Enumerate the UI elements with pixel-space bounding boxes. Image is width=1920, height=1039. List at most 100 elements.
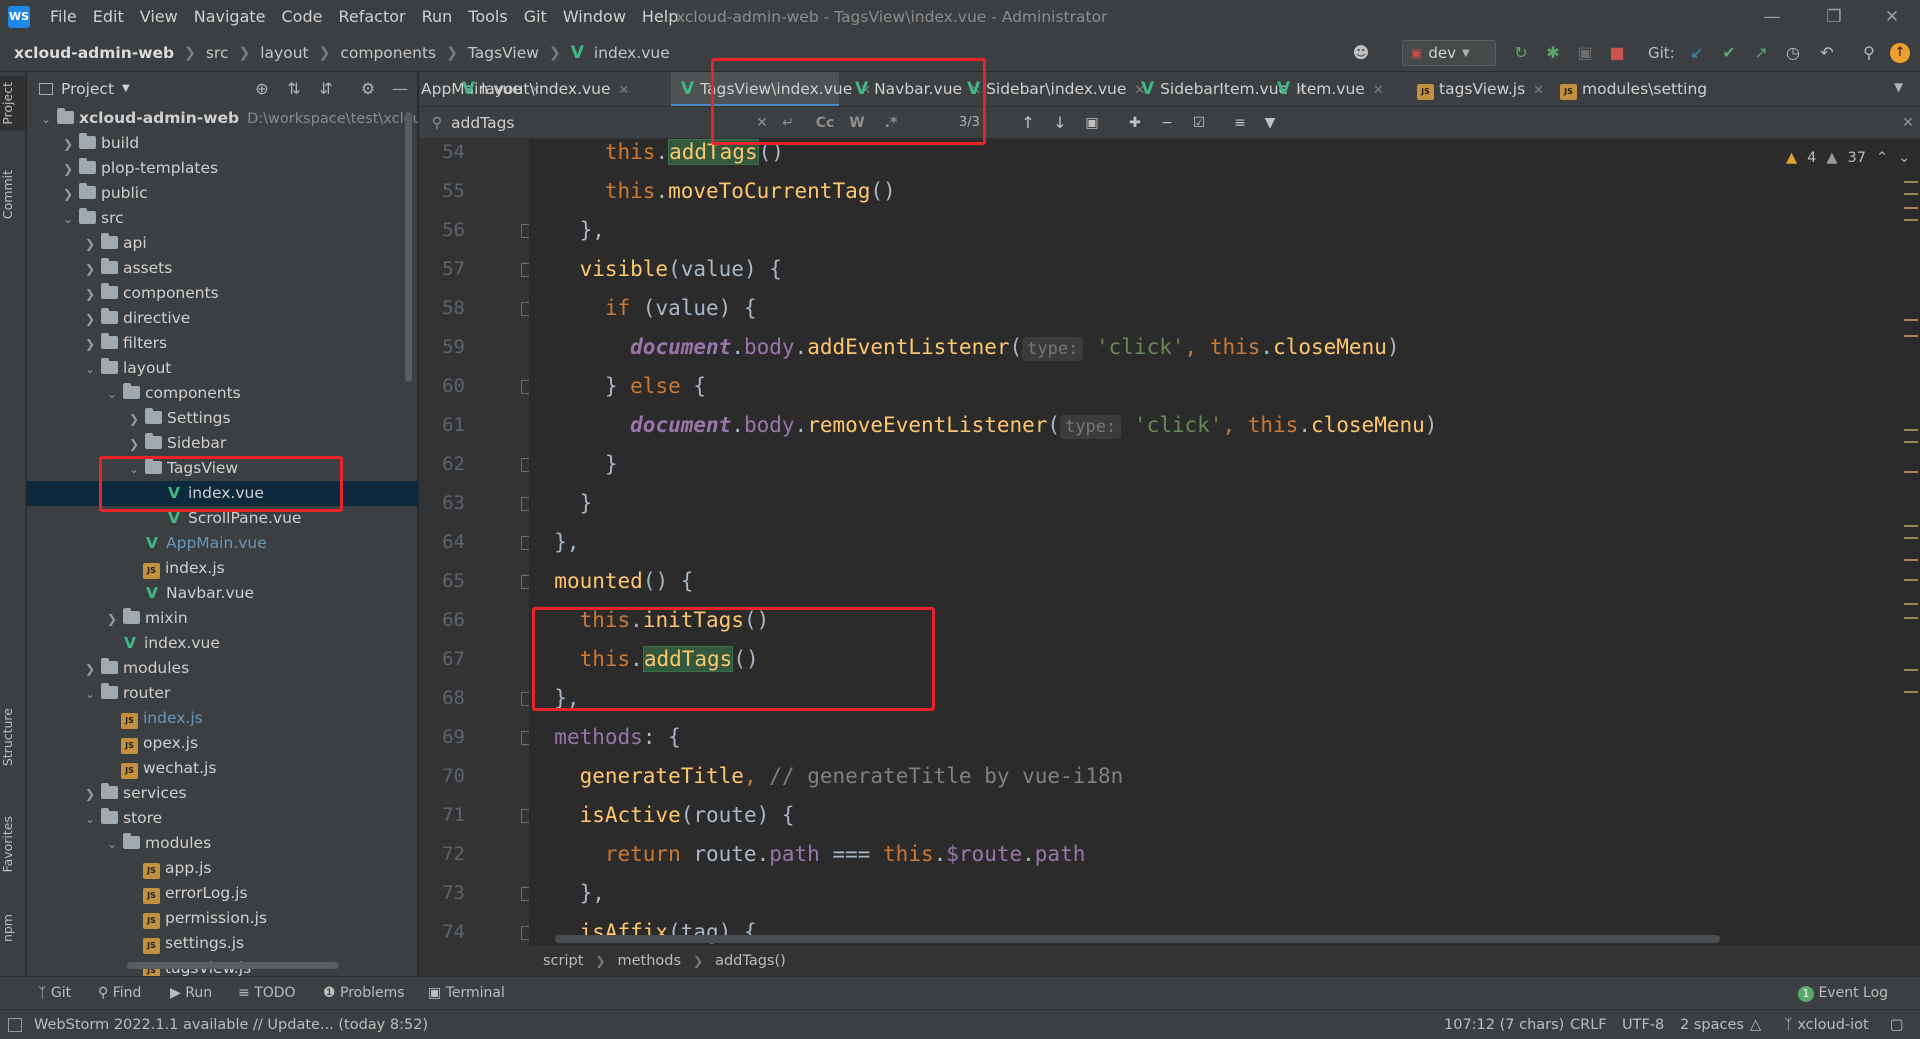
chevron-right-icon[interactable]: ❯ bbox=[125, 432, 143, 457]
tree-item[interactable]: JS app.js bbox=[27, 856, 418, 881]
tool-problems-button[interactable]: ❶ Problems bbox=[323, 977, 405, 1010]
tool-run-button[interactable]: ▶ Run bbox=[170, 977, 212, 1010]
close-tab-icon[interactable]: ✕ bbox=[619, 83, 630, 98]
editor-crumb-script[interactable]: script bbox=[543, 953, 583, 969]
close-tab-icon[interactable]: ✕ bbox=[1373, 83, 1384, 98]
status-toggle-icon[interactable] bbox=[8, 1018, 22, 1032]
chevron-down-icon[interactable]: ⌄ bbox=[37, 107, 55, 132]
menu-refactor[interactable]: Refactor bbox=[330, 0, 413, 34]
tree-horizontal-scrollbar[interactable] bbox=[127, 962, 339, 969]
file-encoding[interactable]: UTF-8 bbox=[1622, 1010, 1664, 1039]
stop-icon[interactable]: ■ bbox=[1606, 42, 1628, 64]
chevron-right-icon[interactable]: ❯ bbox=[81, 232, 99, 257]
menu-navigate[interactable]: Navigate bbox=[186, 0, 274, 34]
tree-item[interactable]: JS errorLog.js bbox=[27, 881, 418, 906]
tree-item[interactable]: ❯ mixin bbox=[27, 606, 418, 631]
collapse-all-icon[interactable]: ⇵ bbox=[315, 78, 337, 100]
tree-item[interactable]: ❯ api bbox=[27, 231, 418, 256]
tree-item[interactable]: JS opex.js bbox=[27, 731, 418, 756]
menu-tools[interactable]: Tools bbox=[460, 0, 515, 34]
tree-item[interactable]: JS wechat.js bbox=[27, 756, 418, 781]
tool-todo-button[interactable]: ≡ TODO bbox=[238, 977, 296, 1010]
tabs-overflow-icon[interactable]: ▼ bbox=[1894, 80, 1903, 94]
tree-item[interactable]: ❯ Settings bbox=[27, 406, 418, 431]
editor-horizontal-scrollbar[interactable] bbox=[555, 935, 1720, 943]
update-icon[interactable]: ↑ bbox=[1890, 43, 1910, 63]
status-message[interactable]: WebStorm 2022.1.1 available // Update...… bbox=[34, 1010, 428, 1039]
regex-toggle[interactable]: .* bbox=[879, 112, 903, 134]
restore-icon[interactable]: ❐ bbox=[1806, 0, 1862, 34]
code-line[interactable]: }, bbox=[529, 679, 579, 718]
expand-all-icon[interactable]: ⇅ bbox=[283, 78, 305, 100]
tree-item[interactable]: JS settings.js bbox=[27, 931, 418, 956]
tool-terminal-button[interactable]: ▣ Terminal bbox=[428, 977, 505, 1010]
lock-icon[interactable]: △ bbox=[1750, 1010, 1761, 1039]
chevron-right-icon[interactable]: ❯ bbox=[81, 282, 99, 307]
code-line[interactable]: isActive(route) { bbox=[529, 796, 795, 835]
editor-crumb-function[interactable]: addTags() bbox=[715, 953, 786, 969]
tool-find-button[interactable]: ⚲ Find bbox=[98, 977, 141, 1010]
project-view-select[interactable]: Project ▼ bbox=[39, 72, 130, 106]
tool-tab-commit[interactable]: Commit bbox=[0, 164, 26, 225]
breadcrumb-project[interactable]: xcloud-admin-web bbox=[14, 44, 174, 62]
match-case-toggle[interactable]: Cc bbox=[813, 112, 837, 134]
menu-window[interactable]: Window bbox=[555, 0, 634, 34]
remove-selection-icon[interactable]: − bbox=[1155, 112, 1179, 134]
editor-tab[interactable]: V Item.vue ✕ bbox=[1267, 72, 1399, 106]
chevron-down-icon[interactable]: ⌄ bbox=[59, 207, 77, 232]
tree-item[interactable]: ❯ Sidebar bbox=[27, 431, 418, 456]
tree-item[interactable]: ⌄ store bbox=[27, 806, 418, 831]
gear-icon[interactable]: ⚙ bbox=[357, 78, 379, 100]
tree-item[interactable]: JS permission.js bbox=[27, 906, 418, 931]
editor-tab[interactable]: V Sidebar\index.vue ✕ bbox=[957, 72, 1145, 106]
tree-item[interactable]: ⌄ layout bbox=[27, 356, 418, 381]
breadcrumb-tagsview[interactable]: TagsView bbox=[468, 44, 539, 62]
close-window-icon[interactable]: ✕ bbox=[1864, 0, 1920, 34]
tree-item[interactable]: ⌄ TagsView bbox=[27, 456, 418, 481]
code-line[interactable]: this.moveToCurrentTag() bbox=[529, 172, 896, 211]
tree-item[interactable]: Vindex.vue bbox=[27, 631, 418, 656]
tree-item[interactable]: ❯ components bbox=[27, 281, 418, 306]
code-line[interactable]: if (value) { bbox=[529, 289, 757, 328]
menu-view[interactable]: View bbox=[132, 0, 186, 34]
tree-item[interactable]: ⌄ router bbox=[27, 681, 418, 706]
editor-tab[interactable]: V TagsView\index.vue ✕ bbox=[671, 72, 871, 106]
filter-options-icon[interactable]: ≡ bbox=[1229, 112, 1251, 134]
tree-item[interactable]: ❯ directive bbox=[27, 306, 418, 331]
chevron-right-icon[interactable]: ❯ bbox=[59, 132, 77, 157]
menu-code[interactable]: Code bbox=[274, 0, 331, 34]
line-separator[interactable]: CRLF bbox=[1570, 1010, 1607, 1039]
inspection-widget[interactable]: ▲ 4 ▲ 37 ⌃ ⌄ bbox=[1786, 150, 1910, 166]
menu-file[interactable]: File bbox=[42, 0, 85, 34]
history-icon[interactable]: ◷ bbox=[1782, 42, 1804, 64]
breadcrumb-file[interactable]: index.vue bbox=[594, 44, 670, 62]
code-line[interactable]: visible(value) { bbox=[529, 250, 782, 289]
hide-panel-icon[interactable]: — bbox=[389, 78, 411, 100]
tool-tab-project[interactable]: Project bbox=[0, 76, 26, 131]
close-find-icon[interactable]: ✕ bbox=[1899, 112, 1917, 134]
code-line[interactable]: } bbox=[529, 445, 618, 484]
tool-git-button[interactable]: ᛉ Git bbox=[38, 977, 71, 1010]
event-log-button[interactable]: 1 Event Log bbox=[1798, 977, 1888, 1010]
select-all-occurrences-icon[interactable]: ▣ bbox=[1081, 112, 1103, 134]
code-line[interactable]: }, bbox=[529, 874, 605, 913]
tool-tab-structure[interactable]: Structure bbox=[0, 702, 26, 772]
next-problem-icon[interactable]: ⌄ bbox=[1898, 150, 1910, 166]
chevron-right-icon[interactable]: ❯ bbox=[81, 257, 99, 282]
code-line[interactable]: methods: { bbox=[529, 718, 680, 757]
next-occurrence-icon[interactable]: ↓ bbox=[1049, 112, 1071, 134]
code-line[interactable]: this.initTags() bbox=[529, 601, 770, 640]
code-line[interactable]: }, bbox=[529, 523, 579, 562]
code-editor[interactable]: this.addTags() this.moveToCurrentTag() }… bbox=[529, 139, 1880, 945]
editor-tab[interactable]: V SidebarItem.vue ✕ bbox=[1131, 72, 1307, 106]
tree-item[interactable]: ❯ filters bbox=[27, 331, 418, 356]
git-update-icon[interactable]: ↙ bbox=[1686, 42, 1708, 64]
select-all-matches-icon[interactable]: ☑ bbox=[1187, 112, 1211, 134]
tree-scrollbar[interactable] bbox=[405, 112, 412, 382]
tree-item[interactable]: ⌄ modules bbox=[27, 831, 418, 856]
code-line[interactable]: document.body.addEventListener(type: 'cl… bbox=[529, 328, 1400, 367]
tool-tab-favorites[interactable]: Favorites bbox=[0, 810, 26, 878]
tree-item[interactable]: ⌄ xcloud-admin-web D:\workspace\test\xclou… bbox=[27, 106, 418, 131]
user-icon[interactable]: ☻ bbox=[1350, 42, 1372, 64]
chevron-down-icon[interactable]: ⌄ bbox=[81, 357, 99, 382]
